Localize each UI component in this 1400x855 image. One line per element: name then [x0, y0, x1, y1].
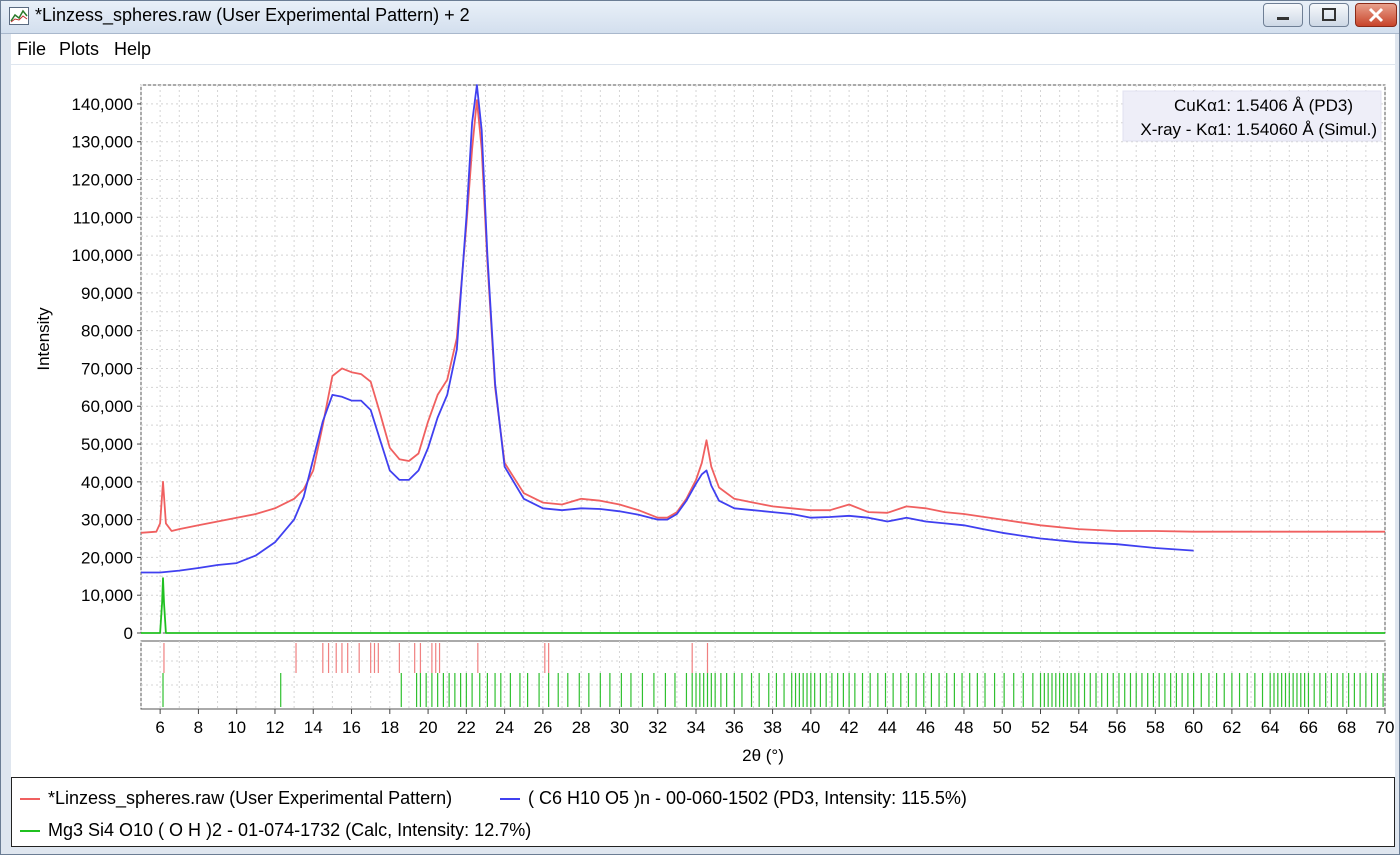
chart-app-icon	[9, 7, 29, 25]
menu-file[interactable]: File	[17, 39, 46, 60]
y-tick-label: 90,000	[81, 284, 133, 303]
xrd-chart[interactable]: 0 10,000 20,000 30,000 40,000 50,000 60,000 70,…	[11, 65, 1395, 777]
x-tick-label: 62	[1222, 718, 1241, 737]
x-tick-label: 10	[227, 718, 246, 737]
x-tick-label: 34	[687, 718, 706, 737]
x-tick-label: 32	[648, 718, 667, 737]
x-tick-label: 46	[916, 718, 935, 737]
x-tick-label: 18	[380, 718, 399, 737]
x-tick-label: 54	[1069, 718, 1088, 737]
legend-label-talc: Mg3 Si4 O10 ( O H )2 - 01-074-1732 (Calc…	[48, 820, 532, 840]
x-tick-label: 22	[457, 718, 476, 737]
y-tick-label: 40,000	[81, 473, 133, 492]
x-tick-label: 24	[495, 718, 514, 737]
y-axis-label: Intensity	[34, 307, 53, 371]
x-tick-label: 38	[763, 718, 782, 737]
info-line-wavelength-simul: X-ray - Kα1: 1.54060 Å (Simul.)	[1140, 120, 1377, 139]
legend-swatch-experimental	[20, 798, 40, 800]
legend-panel: *Linzess_spheres.raw (User Experimental …	[11, 777, 1395, 847]
x-axis-label: 2θ (°)	[742, 746, 784, 765]
plot-panel[interactable]: 0 10,000 20,000 30,000 40,000 50,000 60,000 70,…	[11, 65, 1395, 777]
close-icon	[1368, 7, 1384, 23]
menu-plots[interactable]: Plots	[59, 39, 99, 60]
x-tick-label: 58	[1146, 718, 1165, 737]
y-tick-label: 50,000	[81, 435, 133, 454]
x-tick-label: 8	[194, 718, 203, 737]
x-tick-label: 68	[1337, 718, 1356, 737]
application-window: *Linzess_spheres.raw (User Experimental …	[0, 0, 1400, 855]
x-tick-label: 36	[725, 718, 744, 737]
y-tick-label: 110,000	[73, 208, 133, 227]
x-tick-label: 56	[1108, 718, 1127, 737]
maximize-button[interactable]	[1309, 3, 1349, 27]
y-tick-label: 30,000	[81, 511, 133, 530]
y-tick-label: 80,000	[81, 322, 133, 341]
x-tick-label: 14	[304, 718, 323, 737]
menu-help[interactable]: Help	[114, 39, 151, 60]
y-tick-label: 0	[124, 624, 133, 643]
x-tick-label: 66	[1299, 718, 1318, 737]
close-button[interactable]	[1355, 3, 1397, 27]
reference-tick-area	[140, 640, 1386, 710]
plot-area[interactable]	[140, 84, 1386, 634]
x-tick-label: 42	[840, 718, 859, 737]
x-tick-label: 12	[266, 718, 285, 737]
minimize-button[interactable]	[1263, 3, 1303, 27]
y-tick-label: 60,000	[81, 397, 133, 416]
y-tick-label: 10,000	[81, 586, 133, 605]
y-tick-label: 20,000	[81, 548, 133, 567]
legend-swatch-talc	[20, 830, 40, 832]
x-tick-label: 20	[419, 718, 438, 737]
x-tick-label: 52	[1031, 718, 1050, 737]
legend-label-experimental: *Linzess_spheres.raw (User Experimental …	[48, 788, 453, 808]
info-line-wavelength-pd3: CuKα1: 1.5406 Å (PD3)	[1174, 96, 1353, 115]
x-tick-label: 30	[610, 718, 629, 737]
x-tick-label: 44	[878, 718, 897, 737]
window-title: *Linzess_spheres.raw (User Experimental …	[35, 5, 470, 25]
x-tick-label: 48	[954, 718, 973, 737]
x-tick-label: 26	[533, 718, 552, 737]
x-tick-label: 28	[572, 718, 591, 737]
x-tick-label: 60	[1184, 718, 1203, 737]
y-tick-label: 130,000	[72, 133, 133, 152]
x-tick-label: 40	[801, 718, 820, 737]
legend-swatch-cellulose	[500, 798, 520, 800]
x-tick-label: 50	[993, 718, 1012, 737]
y-tick-label: 140,000	[72, 95, 133, 114]
legend-label-cellulose: ( C6 H10 O5 )n - 00-060-1502 (PD3, Inten…	[528, 788, 967, 808]
x-tick-label: 64	[1261, 718, 1280, 737]
maximize-icon	[1322, 8, 1336, 21]
y-tick-label: 100,000	[72, 246, 133, 265]
y-tick-label: 70,000	[81, 359, 133, 378]
menu-bar: File Plots Help	[11, 34, 1395, 64]
title-bar[interactable]: *Linzess_spheres.raw (User Experimental …	[1, 1, 1399, 34]
minimize-icon	[1277, 17, 1289, 20]
x-tick-label: 16	[342, 718, 361, 737]
x-tick-label: 6	[155, 718, 164, 737]
y-tick-label: 120,000	[72, 170, 133, 189]
x-tick-label: 70	[1376, 718, 1395, 737]
